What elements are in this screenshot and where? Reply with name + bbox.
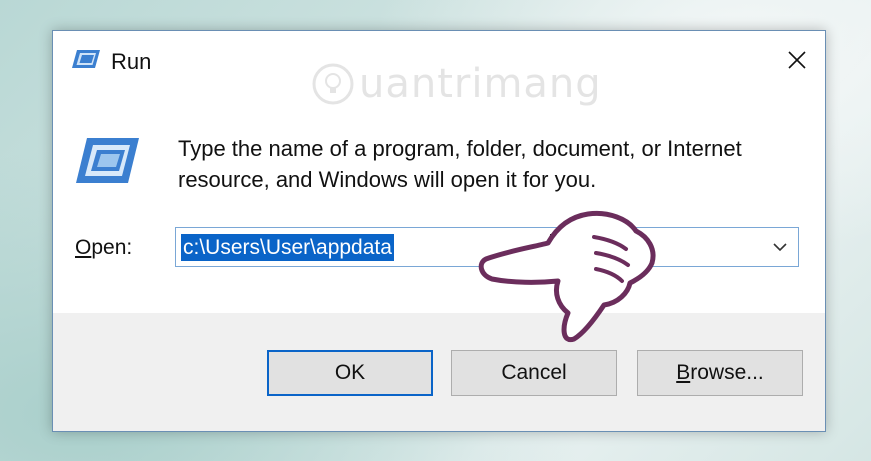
open-label-mnemonic: O xyxy=(75,236,92,259)
watermark-text: uantrimang xyxy=(359,61,602,107)
browse-label-rest: rowse... xyxy=(690,361,764,384)
window-title: Run xyxy=(111,49,152,74)
browse-button[interactable]: Browse... xyxy=(637,350,803,396)
run-dialog: Run uantrimang Type the name of a progra… xyxy=(52,30,826,432)
button-bar: OK Cancel Browse... xyxy=(53,313,825,431)
close-button[interactable] xyxy=(769,31,825,89)
close-icon xyxy=(788,51,806,69)
watermark: uantrimang xyxy=(311,61,602,107)
ok-button[interactable]: OK xyxy=(267,350,433,396)
cancel-button[interactable]: Cancel xyxy=(451,350,617,396)
lightbulb-logo xyxy=(312,63,354,105)
pointing-hand-icon xyxy=(478,210,656,343)
open-label-rest: pen: xyxy=(91,236,133,259)
run-large-icon xyxy=(73,135,141,192)
open-input[interactable]: c:\Users\User\appdata xyxy=(181,234,394,261)
run-icon xyxy=(71,48,101,75)
browse-mnemonic: B xyxy=(676,361,691,384)
chevron-down-icon[interactable] xyxy=(772,240,788,259)
open-label: Open: xyxy=(75,236,132,260)
instruction-text: Type the name of a program, folder, docu… xyxy=(178,136,742,192)
